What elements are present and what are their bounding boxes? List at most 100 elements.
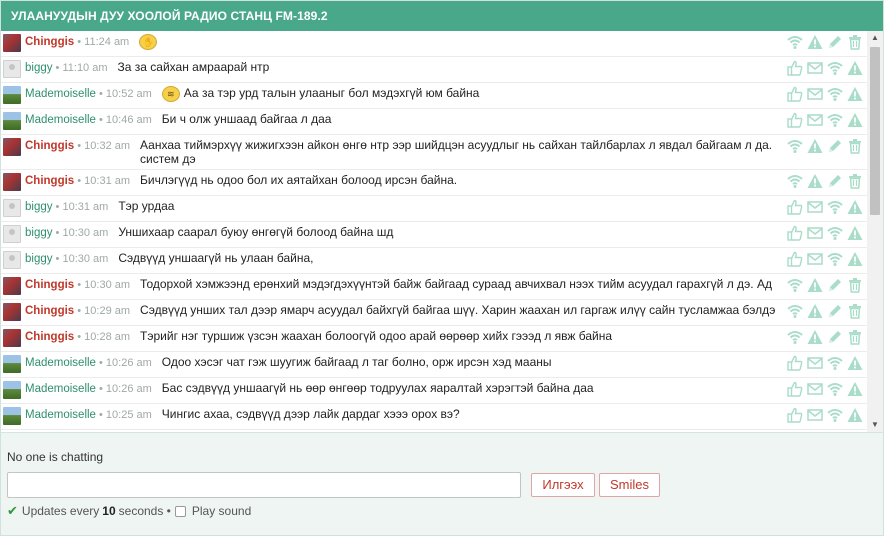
avatar[interactable] <box>3 60 21 78</box>
warning-icon[interactable] <box>807 329 823 348</box>
nickname[interactable]: biggy <box>25 227 53 239</box>
avatar[interactable] <box>3 329 21 347</box>
pencil-icon[interactable] <box>827 34 843 53</box>
thumbs-up-icon[interactable] <box>787 112 803 131</box>
smiles-button[interactable]: Smiles <box>599 473 660 497</box>
warning-icon[interactable] <box>807 173 823 192</box>
warning-icon[interactable] <box>847 381 863 400</box>
wifi-icon[interactable] <box>827 225 843 244</box>
thumbs-up-icon[interactable] <box>787 225 803 244</box>
thumbs-up-icon[interactable] <box>787 251 803 270</box>
thumbs-up-icon[interactable] <box>787 381 803 400</box>
wifi-icon[interactable] <box>827 112 843 131</box>
nickname[interactable]: Chinggis <box>25 36 74 48</box>
warning-icon[interactable] <box>847 251 863 270</box>
trash-icon[interactable] <box>847 277 863 296</box>
wifi-icon[interactable] <box>787 329 803 348</box>
trash-icon[interactable] <box>847 138 863 157</box>
thumbs-up-icon[interactable] <box>787 355 803 374</box>
avatar[interactable] <box>3 86 21 104</box>
avatar[interactable] <box>3 407 21 425</box>
wifi-icon[interactable] <box>787 277 803 296</box>
wifi-icon[interactable] <box>827 86 843 105</box>
message-input[interactable] <box>7 472 521 498</box>
warning-icon[interactable] <box>847 355 863 374</box>
wifi-icon[interactable] <box>827 199 843 218</box>
avatar[interactable] <box>3 112 21 130</box>
warning-icon[interactable] <box>807 277 823 296</box>
pencil-icon[interactable] <box>827 173 843 192</box>
scroll-up-arrow-icon[interactable]: ▲ <box>867 31 883 45</box>
avatar[interactable] <box>3 138 21 156</box>
avatar[interactable] <box>3 381 21 399</box>
trash-icon[interactable] <box>847 329 863 348</box>
envelope-icon[interactable] <box>807 355 823 374</box>
envelope-icon[interactable] <box>807 381 823 400</box>
nickname[interactable]: biggy <box>25 201 53 213</box>
send-button[interactable]: Илгээх <box>531 473 595 497</box>
trash-icon[interactable] <box>847 303 863 322</box>
warning-icon[interactable] <box>847 225 863 244</box>
avatar[interactable] <box>3 303 21 321</box>
avatar[interactable] <box>3 277 21 295</box>
thumbs-up-icon[interactable] <box>787 407 803 426</box>
nickname[interactable]: Chinggis <box>25 305 74 317</box>
wifi-icon[interactable] <box>787 173 803 192</box>
warning-icon[interactable] <box>847 60 863 79</box>
nickname[interactable]: biggy <box>25 62 53 74</box>
nickname[interactable]: Mademoiselle <box>25 114 96 126</box>
thumbs-up-icon[interactable] <box>787 199 803 218</box>
trash-icon[interactable] <box>847 34 863 53</box>
nickname[interactable]: Chinggis <box>25 279 74 291</box>
trash-icon[interactable] <box>847 173 863 192</box>
scroll-thumb[interactable] <box>870 47 880 215</box>
avatar[interactable] <box>3 173 21 191</box>
nickname[interactable]: Chinggis <box>25 331 74 343</box>
wifi-icon[interactable] <box>787 138 803 157</box>
warning-icon[interactable] <box>807 138 823 157</box>
wifi-icon[interactable] <box>827 60 843 79</box>
warning-icon[interactable] <box>847 199 863 218</box>
wifi-icon[interactable] <box>827 355 843 374</box>
nickname[interactable]: Mademoiselle <box>25 88 96 100</box>
nickname[interactable]: Mademoiselle <box>25 383 96 395</box>
wifi-icon[interactable] <box>827 381 843 400</box>
warning-icon[interactable] <box>847 86 863 105</box>
warning-icon[interactable] <box>847 407 863 426</box>
pencil-icon[interactable] <box>827 138 843 157</box>
thumbs-up-icon[interactable] <box>787 86 803 105</box>
play-sound-label[interactable]: Play sound <box>192 504 251 518</box>
pencil-icon[interactable] <box>827 329 843 348</box>
nickname[interactable]: Chinggis <box>25 175 74 187</box>
scrollbar[interactable]: ▲ ▼ <box>867 31 883 432</box>
envelope-icon[interactable] <box>807 112 823 131</box>
avatar[interactable] <box>3 355 21 373</box>
wifi-icon[interactable] <box>787 34 803 53</box>
envelope-icon[interactable] <box>807 199 823 218</box>
envelope-icon[interactable] <box>807 86 823 105</box>
avatar[interactable] <box>3 251 21 269</box>
envelope-icon[interactable] <box>807 251 823 270</box>
warning-icon[interactable] <box>847 112 863 131</box>
envelope-icon[interactable] <box>807 225 823 244</box>
message-list[interactable]: Chinggis • 11:24 am ✋ biggy • 11:10 am За з… <box>1 31 883 432</box>
wifi-icon[interactable] <box>787 303 803 322</box>
envelope-icon[interactable] <box>807 60 823 79</box>
warning-icon[interactable] <box>807 303 823 322</box>
nickname[interactable]: Mademoiselle <box>25 409 96 421</box>
avatar[interactable] <box>3 199 21 217</box>
envelope-icon[interactable] <box>807 407 823 426</box>
pencil-icon[interactable] <box>827 303 843 322</box>
pencil-icon[interactable] <box>827 277 843 296</box>
warning-icon[interactable] <box>807 34 823 53</box>
avatar[interactable] <box>3 225 21 243</box>
scroll-down-arrow-icon[interactable]: ▼ <box>867 418 883 432</box>
play-sound-checkbox[interactable] <box>174 505 186 517</box>
avatar[interactable] <box>3 34 21 52</box>
wifi-icon[interactable] <box>827 251 843 270</box>
nickname[interactable]: Chinggis <box>25 140 74 152</box>
nickname[interactable]: biggy <box>25 253 53 265</box>
nickname[interactable]: Mademoiselle <box>25 357 96 369</box>
wifi-icon[interactable] <box>827 407 843 426</box>
thumbs-up-icon[interactable] <box>787 60 803 79</box>
